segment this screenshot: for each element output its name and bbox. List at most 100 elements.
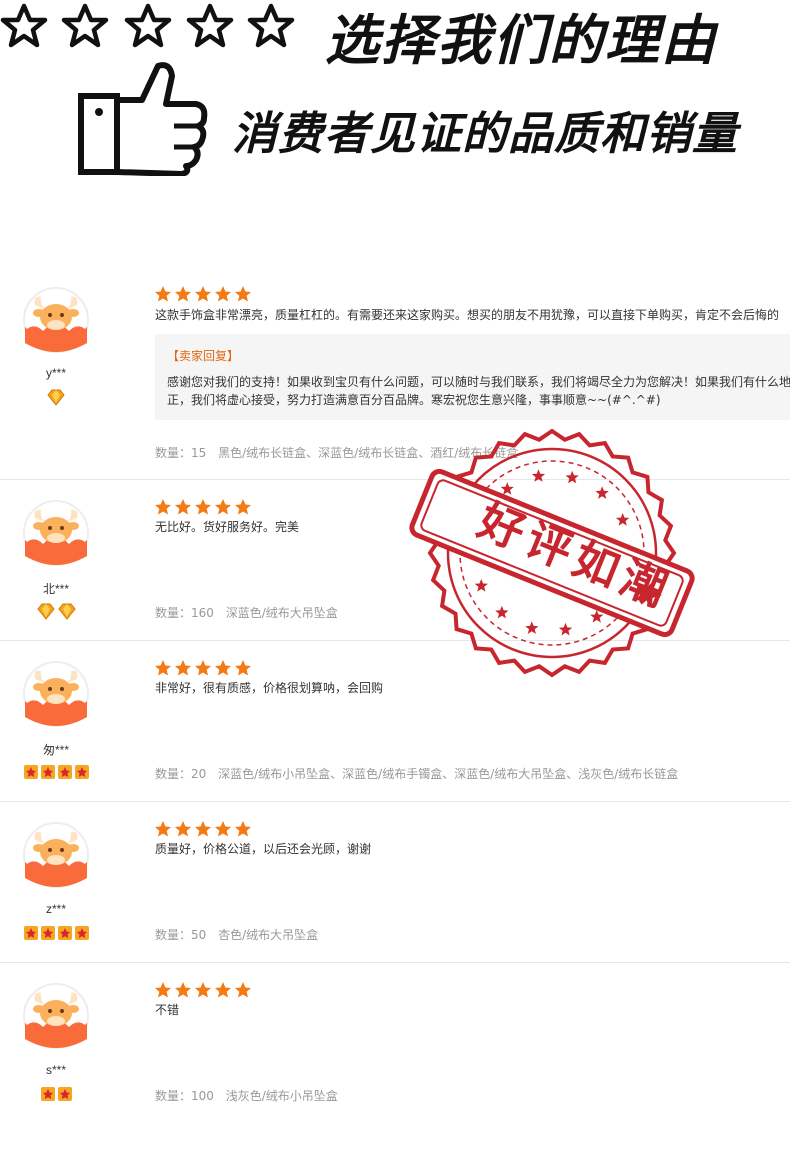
- diamond-badge-icon: [47, 389, 65, 406]
- star-icon: [195, 286, 211, 302]
- rating-stars: [155, 660, 253, 677]
- outline-star-icon: [127, 6, 169, 45]
- sku-spec: 浅灰色/绒布小吊坠盒: [225, 1089, 338, 1103]
- order-info: 数量：50 杏色/绒布大吊坠盒: [155, 926, 318, 943]
- user-level-badges: [0, 925, 112, 941]
- user-level-badges: [0, 389, 112, 406]
- star-icon: [155, 982, 171, 998]
- rating-stars: [155, 982, 253, 999]
- crown-badge-icon: [74, 765, 89, 779]
- star-icon: [155, 660, 171, 676]
- star-icon: [195, 660, 211, 676]
- username: z***: [45, 902, 66, 916]
- star-icon: [195, 982, 211, 998]
- star-icon: [495, 605, 509, 619]
- crown-badge-icon: [57, 765, 72, 779]
- star-icon: [235, 499, 251, 515]
- review-item: z*** 质量好，价格公道，以后还会光顾，谢谢 数量：50 杏色/绒布大吊坠盒: [0, 802, 790, 963]
- star-icon: [616, 513, 630, 526]
- quantity: 数量：15: [155, 446, 207, 460]
- sku-spec: 杏色/绒布大吊坠盒: [218, 928, 319, 942]
- crown-badge-icon: [57, 926, 72, 940]
- star-icon: [155, 499, 171, 515]
- star-icon: [565, 470, 579, 484]
- thumbs-up-icon: [78, 62, 208, 176]
- rating-stars: [155, 286, 253, 303]
- crown-badge-icon: [40, 1087, 55, 1101]
- username: s***: [45, 1063, 66, 1077]
- diamond-badge-icon: [37, 603, 54, 620]
- seller-reply: 【卖家回复】 感谢您对我们的支持！如果收到宝贝有什么问题，可以随时与我们联系，我…: [155, 334, 790, 420]
- headline: 选择我们的理由: [325, 9, 717, 72]
- user-level-badges: [0, 764, 112, 780]
- review-content: 非常好，很有质感，价格很划算呐，会回购: [155, 681, 384, 695]
- user-avatar: [23, 822, 89, 888]
- star-icon: [155, 286, 171, 302]
- rating-stars: [155, 821, 253, 838]
- crown-badge-icon: [40, 926, 55, 940]
- username: y***: [45, 366, 66, 380]
- star-icon: [235, 982, 251, 998]
- star-icon: [175, 286, 191, 302]
- review-content: 这款手饰盒非常漂亮，质量杠杠的。有需要还来这家购买。想买的朋友不用犹豫，可以直接…: [155, 308, 780, 322]
- star-icon: [175, 821, 191, 837]
- star-icon: [558, 622, 573, 636]
- quantity: 数量：100: [155, 1089, 214, 1103]
- star-icon: [215, 821, 231, 837]
- star-icon: [155, 821, 171, 837]
- seller-reply-line: 正，我们将虚心接受，努力打造满意百分百品牌。寒宏祝您生意兴隆，事事顺意~~(#^…: [167, 393, 661, 407]
- outline-star-icon: [250, 6, 292, 45]
- star-icon: [215, 499, 231, 515]
- outline-star-icon: [64, 6, 106, 45]
- order-info: 数量：100 浅灰色/绒布小吊坠盒: [155, 1087, 338, 1104]
- star-icon: [175, 660, 191, 676]
- outline-star-icon: [189, 6, 231, 45]
- outline-star-icon: [3, 6, 45, 45]
- promo-header: 选择我们的理由 消费者见证的品质和销量: [0, 0, 790, 190]
- quantity: 数量：50: [155, 928, 207, 942]
- star-icon: [215, 660, 231, 676]
- order-info: 数量：160 深蓝色/绒布大吊坠盒: [155, 604, 338, 621]
- review-content: 不错: [155, 1003, 180, 1017]
- star-icon: [195, 499, 211, 515]
- crown-badge-icon: [74, 926, 89, 940]
- username: 北***: [42, 582, 69, 596]
- seller-reply-text: 感谢您对我们的支持！如果收到宝贝有什么问题，可以随时与我们联系，我们将竭尽全力为…: [167, 373, 790, 409]
- user-avatar: [23, 983, 89, 1049]
- review-item: s*** 不错 数量：100 浅灰色/绒布小吊坠盒: [0, 963, 790, 1123]
- rating-stars: [155, 499, 253, 516]
- star-icon: [215, 982, 231, 998]
- seller-reply-line: 感谢您对我们的支持！如果收到宝贝有什么问题，可以随时与我们联系，我们将竭尽全力为…: [167, 375, 790, 389]
- star-icon: [595, 486, 609, 499]
- star-icon: [175, 982, 191, 998]
- review-content: 质量好，价格公道，以后还会光顾，谢谢: [155, 842, 372, 856]
- star-icon: [235, 821, 251, 837]
- user-avatar: [23, 500, 89, 566]
- star-icon: [235, 660, 251, 676]
- user-avatar: [23, 661, 89, 727]
- order-info: 数量：20 深蓝色/绒布小吊坠盒、深蓝色/绒布手镯盒、深蓝色/绒布大吊坠盒、浅灰…: [155, 765, 678, 782]
- sku-spec: 深蓝色/绒布小吊坠盒、深蓝色/绒布手镯盒、深蓝色/绒布大吊坠盒、浅灰色/绒布长链…: [218, 767, 679, 781]
- subheadline: 消费者见证的品质和销量: [232, 107, 739, 160]
- star-icon: [531, 469, 546, 482]
- sku-spec: 深蓝色/绒布大吊坠盒: [225, 606, 338, 620]
- quantity: 数量：160: [155, 606, 214, 620]
- star-icon: [215, 286, 231, 302]
- diamond-badge-icon: [58, 603, 75, 620]
- star-icon: [474, 579, 488, 592]
- user-avatar: [23, 287, 89, 353]
- seller-reply-title: 【卖家回复】: [167, 349, 240, 363]
- user-level-badges: [0, 603, 112, 620]
- review-content: 无比好。货好服务好。完美: [155, 520, 300, 534]
- star-icon: [525, 621, 539, 634]
- user-level-badges: [0, 1086, 112, 1102]
- star-icon: [235, 286, 251, 302]
- star-icon: [175, 499, 191, 515]
- quantity: 数量：20: [155, 767, 207, 781]
- outline-stars-row: [0, 2, 300, 52]
- crown-badge-icon: [57, 1087, 72, 1101]
- star-icon: [195, 821, 211, 837]
- username: 匆***: [42, 743, 69, 757]
- crown-badge-icon: [23, 926, 38, 940]
- crown-badge-icon: [23, 765, 38, 779]
